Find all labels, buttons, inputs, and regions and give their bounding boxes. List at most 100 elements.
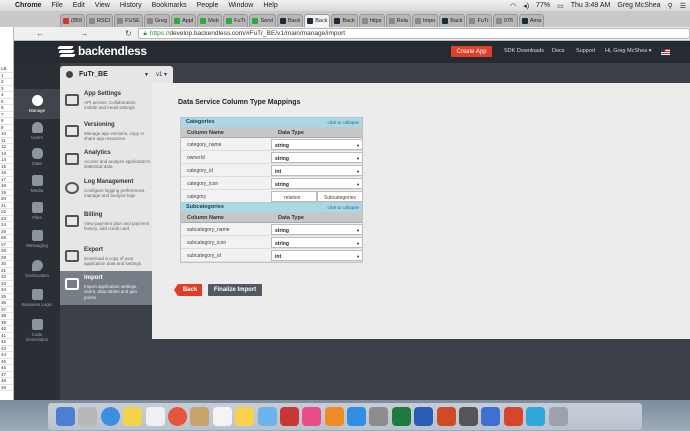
version-selector[interactable]: v1 ▾ [156,71,167,78]
forward-arrow-icon[interactable]: → [80,29,88,38]
wifi-icon[interactable]: ◠ [510,2,516,10]
photo-booth-icon[interactable] [279,407,299,426]
launchpad-icon[interactable] [78,407,98,426]
wunderlist-icon[interactable] [503,407,523,426]
safari-icon[interactable] [100,407,120,426]
menu-view[interactable]: View [95,2,110,9]
menu-item-import[interactable]: Import Import application settings, users… [60,271,152,305]
browser-tab[interactable]: Back [331,14,358,27]
menu-item-app-settings[interactable]: App Settings API access, Collaboration, m… [60,87,152,116]
calendar-icon[interactable] [212,407,232,426]
menu-help[interactable]: Help [263,2,277,9]
menu-file[interactable]: File [51,2,62,9]
browser-tab[interactable]: Mob [197,14,223,27]
browser-tab[interactable]: https [358,14,385,27]
finalize-import-button[interactable]: Finalize Import [208,284,262,296]
type-select[interactable]: string ▼ [271,178,363,189]
app-store-icon[interactable] [347,407,367,426]
collapse-link[interactable]: click to collapse [327,120,359,125]
reload-icon[interactable]: ↻ [124,29,132,38]
support-link[interactable]: Support [576,48,595,54]
import-icon [65,278,79,290]
powerpoint-icon[interactable] [436,407,456,426]
contacts-icon[interactable] [190,407,210,426]
us-flag-icon[interactable] [661,49,670,55]
browser-tab[interactable]: Rela [385,14,411,27]
keynote-icon[interactable] [481,407,501,426]
sidebar-item-media[interactable]: Media [14,169,60,199]
preferences-icon[interactable] [369,407,389,426]
type-select[interactable]: int ▼ [271,250,363,261]
type-select[interactable]: string ▼ [271,139,363,150]
ibooks-icon[interactable] [324,407,344,426]
stickies-icon[interactable] [123,407,143,426]
volume-icon[interactable]: ◂) [523,2,529,10]
collapse-link[interactable]: click to collapse [327,205,359,210]
menu-app[interactable]: Chrome [15,2,41,9]
excel-icon[interactable] [391,407,411,426]
browser-tab[interactable]: Ama [518,14,545,27]
browser-tab[interactable]: Greg [143,14,171,27]
chrome-icon[interactable] [167,407,187,426]
menu-item-billing[interactable]: Billing View payment plan and payment his… [60,208,152,237]
browser-tab[interactable]: FuTr [466,14,492,27]
type-select[interactable]: string ▼ [271,152,363,163]
clock[interactable]: Thu 3:49 AM [571,2,611,9]
browser-tab[interactable]: Servi [249,14,277,27]
back-arrow-icon[interactable]: ← [36,29,44,38]
browser-tab[interactable]: FuTr [223,14,249,27]
menu-bookmarks[interactable]: Bookmarks [152,2,187,9]
sidebar-item-business-logic[interactable]: Business Logic [14,283,60,313]
user-menu[interactable]: Hi, Greg McShea ▾ [605,48,651,54]
word-icon[interactable] [414,407,434,426]
browser-tab[interactable]: Impo [411,14,439,27]
create-app-button[interactable]: Create App [451,46,492,57]
menu-people[interactable]: People [197,2,219,9]
backendless-logo[interactable]: backendless [57,44,147,58]
browser-tab[interactable]: Appl [171,14,197,27]
browser-tab-active[interactable]: Back [304,14,331,27]
menu-window[interactable]: Window [228,2,253,9]
type-select[interactable]: string ▼ [271,237,363,248]
type-select[interactable]: string ▼ [271,224,363,235]
search-icon[interactable]: ⚲ [668,2,673,10]
utility-icon[interactable] [459,407,479,426]
menu-item-versioning[interactable]: Versioning Manage app versions, copy or s… [60,118,152,147]
sidebar-item-code-generation[interactable]: Code Generation [14,312,60,348]
user-name[interactable]: Greg McShea [617,2,660,9]
docs-link[interactable]: Docs [552,48,565,54]
browser-tab[interactable]: 076 [492,14,518,27]
sidebar-item-messaging[interactable]: Messaging [14,224,60,254]
app-selector[interactable]: FuTr_BE ▼ v1 ▾ [60,66,173,83]
notes-icon[interactable] [235,407,255,426]
url-input[interactable]: 🔒︎ https:// develop.backendless.com/#FuT… [138,28,690,39]
sidebar-item-data[interactable]: Data [14,142,60,172]
browser-tab[interactable]: RSCI [86,14,114,27]
browser-tab[interactable]: (859 [60,14,86,27]
sidebar-item-geolocation[interactable]: Geolocation [14,254,60,284]
browser-tab[interactable]: Back [439,14,466,27]
battery-percent[interactable]: 77% [536,2,550,9]
list-icon[interactable]: ☰ [680,2,686,10]
preview-icon[interactable] [257,407,277,426]
finder-icon[interactable] [56,407,75,426]
subcategories-table: Subcategories click to collapse Column Na… [180,202,363,263]
browser-tab[interactable]: FUSE [114,14,143,27]
itunes-icon[interactable] [302,407,322,426]
back-button[interactable]: Back [174,284,202,296]
log-icon [65,182,79,194]
terminal-icon[interactable] [526,407,546,426]
menu-item-analytics[interactable]: Analytics Access and analyze application'… [60,146,152,175]
chevron-down-icon[interactable]: ▼ [144,72,149,78]
menu-edit[interactable]: Edit [73,2,85,9]
menu-history[interactable]: History [120,2,142,9]
sdk-downloads-link[interactable]: SDK Downloads [504,48,544,54]
sidebar-item-manage[interactable]: Manage [14,89,60,119]
browser-tab[interactable]: Back [277,14,304,27]
trash-icon[interactable] [548,407,568,426]
sidebar-item-files[interactable]: Files [14,196,60,226]
photos-icon[interactable] [145,407,165,426]
menu-item-export[interactable]: Export Download a copy of your applicatio… [60,243,152,272]
menu-item-log-management[interactable]: Log Management Configure logging preferen… [60,175,152,204]
type-select[interactable]: int ▼ [271,165,363,176]
